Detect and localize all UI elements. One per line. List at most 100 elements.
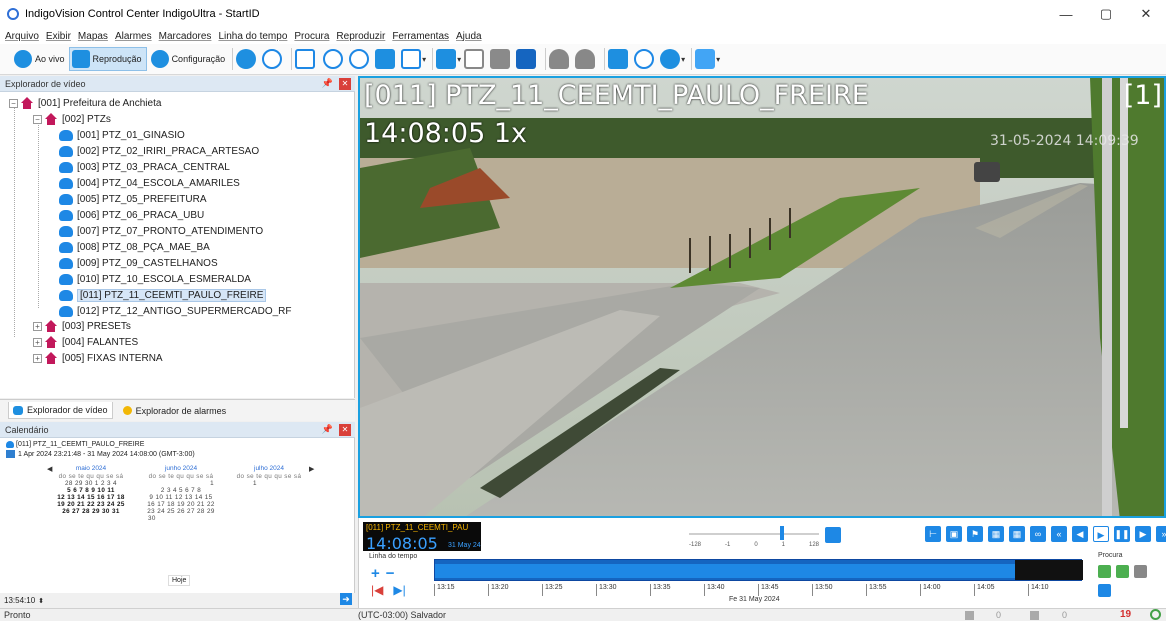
search-icon[interactable] <box>323 49 344 69</box>
help-icon[interactable] <box>262 49 283 69</box>
rewind-icon[interactable]: ◀ <box>1072 526 1088 542</box>
live-button[interactable]: Ao vivo <box>14 47 65 71</box>
tab-alarm-explorer[interactable]: Explorador de alarmes <box>122 406 226 416</box>
step-forward-icon[interactable]: ▶ <box>1135 526 1151 542</box>
menu-arquivo[interactable]: Arquivo <box>5 31 39 42</box>
zoom-out-icon[interactable]: − <box>386 565 395 582</box>
camera-item[interactable]: [006] PTZ_06_PRACA_UBU <box>59 207 204 223</box>
week-row[interactable]: 12 13 14 15 16 17 18 <box>55 494 127 501</box>
tree-group-presets[interactable]: + [003] PRESETs <box>33 318 131 334</box>
menu-linha-do-tempo[interactable]: Linha do tempo <box>218 31 287 42</box>
time-value[interactable]: 13:54:10 <box>4 596 35 605</box>
cancel-icon[interactable] <box>349 49 370 69</box>
pause-icon[interactable]: ❚❚ <box>1114 526 1130 542</box>
export-icon[interactable]: ▦ <box>988 526 1004 542</box>
chevron-down-icon[interactable]: ▾ <box>681 55 685 64</box>
go-arrow-icon[interactable]: ➜ <box>340 593 352 605</box>
week-row[interactable]: 16 17 18 19 20 21 22 <box>145 501 217 508</box>
camera-item-selected[interactable]: [011] PTZ_11_CEEMTI_PAULO_FREIRE <box>59 287 267 303</box>
window-add-icon[interactable] <box>401 49 422 69</box>
next-month-icon[interactable]: ▶ <box>309 465 314 473</box>
camera-item[interactable]: [004] PTZ_04_ESCOLA_AMARILES <box>59 175 240 191</box>
grid-icon[interactable]: ▦ <box>1009 526 1025 542</box>
week-row[interactable]: 1 <box>233 480 305 487</box>
expand-icon[interactable]: + <box>33 353 42 363</box>
week-row[interactable]: 28 29 30 1 2 3 4 <box>55 480 127 487</box>
camera-item[interactable]: [001] PTZ_01_GINASIO <box>59 127 185 143</box>
week-row[interactable]: 30 <box>145 515 217 522</box>
alarm-grid-icon[interactable] <box>516 49 537 69</box>
fullscreen-icon[interactable] <box>295 49 316 69</box>
camera-item[interactable]: [009] PTZ_09_CASTELHANOS <box>59 255 218 271</box>
bookmark-icon[interactable]: ⊢ <box>925 526 941 542</box>
close-button[interactable]: ✕ <box>1126 0 1166 28</box>
snapshot-icon[interactable] <box>660 49 681 69</box>
tree-group-fixas[interactable]: + [005] FIXAS INTERNA <box>33 350 163 366</box>
chevron-down-icon[interactable]: ▾ <box>422 55 426 64</box>
week-row[interactable]: 19 20 21 22 23 24 25 <box>55 501 127 508</box>
today-button[interactable]: Hoje <box>168 575 191 586</box>
spin-icon[interactable]: ⬍ <box>38 597 44 605</box>
menu-exibir[interactable]: Exibir <box>46 31 71 42</box>
export-icon[interactable] <box>375 49 396 69</box>
grid-icon[interactable] <box>490 49 511 69</box>
multi-view-icon[interactable] <box>695 49 716 69</box>
chevron-down-icon[interactable]: ▾ <box>457 55 461 64</box>
menu-ajuda[interactable]: Ajuda <box>456 31 482 42</box>
alarm-count[interactable]: 19 <box>1120 609 1131 620</box>
expand-icon[interactable]: + <box>33 321 42 331</box>
playback-button[interactable]: Reprodução <box>68 47 147 71</box>
maximize-button[interactable]: ▢ <box>1086 0 1126 28</box>
camera-item[interactable]: [007] PTZ_07_PRONTO_ATENDIMENTO <box>59 223 263 239</box>
time-stepper[interactable]: 13:54:10 ⬍ <box>4 596 44 605</box>
menu-procura[interactable]: Procura <box>294 31 329 42</box>
camera-item[interactable]: [012] PTZ_12_ANTIGO_SUPERMERCADO_RF <box>59 303 292 319</box>
prev-month-icon[interactable]: ◀ <box>47 465 52 473</box>
rewind-fast-icon[interactable]: « <box>1051 526 1067 542</box>
lock-icon[interactable] <box>825 527 841 543</box>
week-row[interactable]: 1 <box>145 480 217 487</box>
tree-group-falantes[interactable]: + [004] FALANTES <box>33 334 138 350</box>
refresh-icon[interactable] <box>236 49 257 69</box>
fast-forward-icon[interactable]: » <box>1156 526 1166 542</box>
collapse-icon[interactable]: − <box>9 98 18 108</box>
camera-item[interactable]: [008] PTZ_08_PÇA_MAE_BA <box>59 239 210 255</box>
search-object-icon[interactable] <box>1116 565 1129 578</box>
week-row[interactable]: 5 6 7 8 9 10 11 <box>55 487 127 494</box>
video-viewport[interactable]: [011] PTZ_11_CEEMTI_PAULO_FREIRE 14:08:0… <box>358 76 1166 518</box>
chevron-down-icon[interactable]: ▾ <box>716 55 720 64</box>
tab-video-explorer[interactable]: Explorador de vídeo <box>8 402 113 419</box>
close-panel-icon[interactable]: ✕ <box>339 424 351 436</box>
bell-icon[interactable] <box>549 49 570 69</box>
play-icon[interactable]: ▶ <box>1093 526 1109 542</box>
speed-thumb[interactable] <box>779 526 784 540</box>
mark-start-icon[interactable]: |◀ <box>371 583 383 597</box>
search-motion-icon[interactable] <box>1098 565 1111 578</box>
zoom-in-icon[interactable]: + <box>371 565 380 582</box>
mark-end-icon[interactable]: ▶| <box>393 583 405 597</box>
timeline-bar[interactable] <box>434 559 1083 581</box>
config-button[interactable]: Configuração <box>150 47 225 71</box>
week-row[interactable]: 2 3 4 5 6 7 8 <box>145 487 217 494</box>
marker-icon[interactable]: ⚑ <box>967 526 983 542</box>
layout-icon[interactable] <box>436 49 457 69</box>
week-row[interactable]: 26 27 28 29 30 31 <box>55 508 127 515</box>
camera-item[interactable]: [010] PTZ_10_ESCOLA_ESMERALDA <box>59 271 251 287</box>
bell-off-icon[interactable] <box>575 49 596 69</box>
week-row[interactable]: 9 10 11 12 13 14 15 <box>145 494 217 501</box>
speed-slider[interactable]: -128 -1 0 1 128 <box>689 524 819 548</box>
expand-icon[interactable] <box>464 49 485 69</box>
menu-reproduzir[interactable]: Reproduzir <box>336 31 385 42</box>
link-icon[interactable]: ∞ <box>1030 526 1046 542</box>
snapshot-icon[interactable]: ▣ <box>946 526 962 542</box>
shield-icon[interactable] <box>634 49 655 69</box>
menu-alarmes[interactable]: Alarmes <box>115 31 152 42</box>
camera-item[interactable]: [005] PTZ_05_PREFEITURA <box>59 191 207 207</box>
tree-root[interactable]: − [001] Prefeitura de Anchieta <box>9 95 161 111</box>
search-people-icon[interactable] <box>1134 565 1147 578</box>
pin-icon[interactable]: 📌 <box>322 78 333 89</box>
menu-marcadores[interactable]: Marcadores <box>159 31 212 42</box>
search-calendar-icon[interactable] <box>1098 584 1111 597</box>
tree-group-ptzs[interactable]: − [002] PTZs <box>33 111 111 127</box>
menu-ferramentas[interactable]: Ferramentas <box>392 31 449 42</box>
